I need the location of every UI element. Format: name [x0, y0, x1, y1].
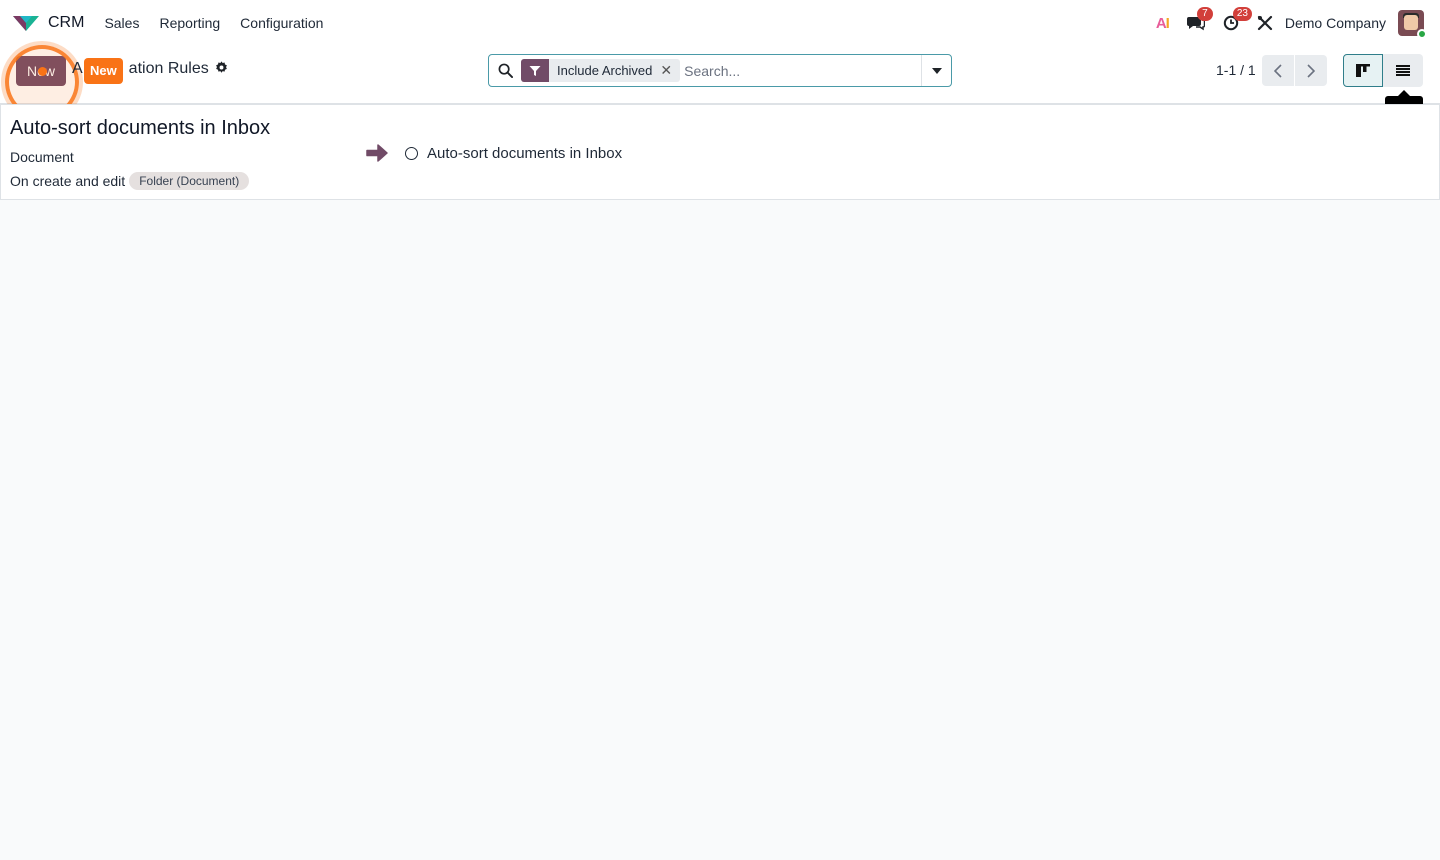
- pager-value[interactable]: 1-1 / 1: [1216, 62, 1256, 78]
- user-avatar[interactable]: [1398, 10, 1427, 39]
- ai-letter-a: A: [1155, 14, 1167, 32]
- pager-next-button[interactable]: [1295, 55, 1327, 86]
- pager-buttons: [1262, 55, 1327, 86]
- facet-label: Include Archived: [557, 63, 653, 78]
- debug-tools-button[interactable]: [1257, 15, 1273, 31]
- circle-icon: [405, 147, 418, 160]
- kanban-view-button[interactable]: [1343, 54, 1383, 87]
- menu-item-reporting[interactable]: Reporting: [159, 15, 220, 31]
- close-icon[interactable]: ✕: [660, 62, 680, 79]
- ai-letter-i: I: [1165, 14, 1170, 32]
- search-bar: Include Archived ✕: [488, 54, 952, 87]
- ai-icon[interactable]: AI: [1155, 14, 1170, 32]
- breadcrumb-first-letter: A: [72, 60, 83, 77]
- list-icon: [1396, 65, 1410, 76]
- main-menu: Sales Reporting Configuration: [104, 15, 343, 31]
- messages-button[interactable]: 7: [1186, 7, 1213, 31]
- odoo-logo-icon[interactable]: [12, 13, 40, 33]
- page-title: ation Rules: [128, 60, 209, 77]
- app-name[interactable]: CRM: [48, 14, 84, 32]
- chevron-right-icon: [1307, 63, 1315, 78]
- app-switcher[interactable]: CRM: [12, 0, 84, 46]
- company-switcher[interactable]: Demo Company: [1285, 15, 1386, 31]
- control-panel: New Aation Rules New Include Archived ✕: [0, 45, 1440, 123]
- trigger-field-tag: Folder (Document): [129, 172, 250, 190]
- search-facet: Include Archived ✕: [521, 59, 681, 82]
- search-icon[interactable]: [489, 63, 521, 78]
- rule-trigger: On create and edit Folder (Document): [10, 172, 250, 190]
- rule-action: Auto-sort documents in Inbox: [405, 145, 622, 162]
- click-highlight-dot: [38, 67, 47, 76]
- menu-item-configuration[interactable]: Configuration: [240, 15, 323, 31]
- search-input[interactable]: [680, 56, 921, 85]
- activities-badge: 23: [1232, 7, 1252, 21]
- list-view-button[interactable]: [1383, 54, 1423, 87]
- action-label: Auto-sort documents in Inbox: [427, 145, 623, 162]
- new-tooltip-tag: New: [84, 58, 123, 84]
- tools-icon: [1257, 15, 1272, 31]
- gear-icon[interactable]: [215, 61, 228, 77]
- arrow-right-icon: [365, 141, 389, 168]
- rule-model: Document: [10, 149, 74, 165]
- messages-badge: 7: [1196, 7, 1213, 21]
- online-status-dot: [1417, 29, 1427, 39]
- trigger-label: On create and edit: [10, 173, 126, 189]
- search-options-toggle[interactable]: [921, 55, 951, 86]
- pager-previous-button[interactable]: [1262, 55, 1294, 86]
- chevron-left-icon: [1274, 63, 1282, 78]
- menu-item-sales[interactable]: Sales: [104, 15, 139, 31]
- top-navbar: CRM Sales Reporting Configuration AI 7 2…: [0, 0, 1440, 46]
- caret-down-icon: [931, 67, 942, 74]
- view-switcher: [1343, 54, 1423, 87]
- automation-rule-card[interactable]: Auto-sort documents in Inbox Document On…: [0, 104, 1440, 200]
- kanban-icon: [1356, 64, 1370, 77]
- activities-button[interactable]: 23: [1223, 7, 1252, 31]
- systray: AI 7 23 Demo Company: [1138, 0, 1427, 46]
- rule-title: Auto-sort documents in Inbox: [10, 117, 271, 139]
- filter-icon: [521, 59, 549, 82]
